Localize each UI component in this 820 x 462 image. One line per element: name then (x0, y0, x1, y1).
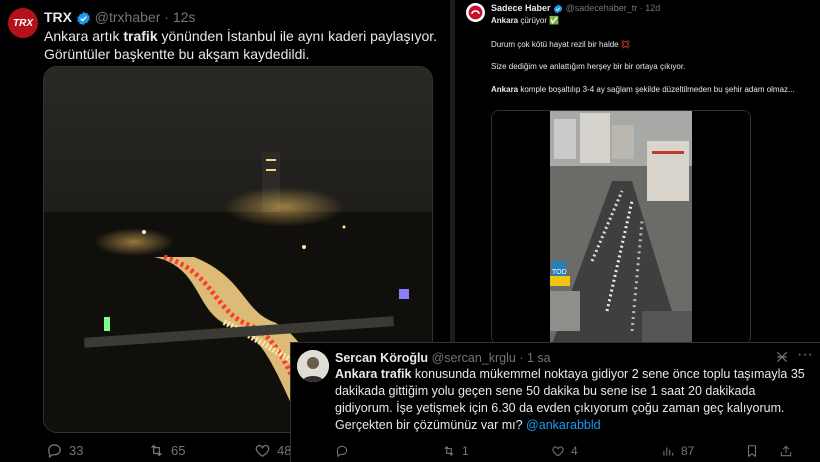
share-button[interactable] (779, 444, 793, 458)
retweet-button[interactable]: 1 (442, 444, 469, 458)
reply-button[interactable] (335, 444, 349, 458)
like-button[interactable]: 4 (551, 444, 578, 458)
retweet-icon (444, 446, 454, 456)
tweet-time: · 12s (164, 9, 196, 25)
reply-button[interactable]: 33 (46, 442, 83, 459)
trx-avatar[interactable]: TRX (8, 8, 38, 38)
bottom-tweet: Sercan Köroğlu @sercan_krglu · 1 sa ··· … (290, 342, 820, 462)
tweet-text: Ankara trafik konusunda mükemmel noktaya… (335, 367, 805, 432)
reply-icon (48, 444, 61, 459)
heart-icon (255, 444, 270, 457)
author-name[interactable]: Sercan Köroğlu (335, 351, 428, 365)
tweet-text: Ankara artık trafik yönünden İstanbul il… (44, 28, 438, 63)
sercan-avatar[interactable] (297, 350, 329, 382)
tweet-time: · 12d (639, 3, 661, 13)
mention-link[interactable]: @ankarabbld (526, 418, 601, 432)
verified-icon (77, 11, 90, 26)
tweet-video[interactable]: TOD (491, 110, 751, 345)
author-handle[interactable]: @trxhaber (95, 9, 161, 25)
tweet-header: TRX @trxhaber · 12s (44, 9, 195, 26)
tweet-header: Sadece Haber @sadecehaber_tr · 12d (491, 3, 660, 14)
verified-icon (553, 4, 563, 14)
author-handle[interactable]: @sadecehaber_tr (566, 3, 638, 13)
traffic-aerial-image: TOD (492, 111, 750, 344)
share-icon (780, 445, 792, 457)
reply-icon (336, 445, 348, 458)
views-button[interactable]: 87 (661, 444, 694, 458)
sign-text: TOD (552, 269, 567, 276)
retweet-button[interactable]: 65 (148, 442, 185, 459)
right-tweet: Sadece Haber @sadecehaber_tr · 12d Ankar… (455, 0, 820, 345)
bookmark-icon (747, 445, 757, 458)
tweet-time: · 1 sa (519, 351, 551, 365)
heart-icon (552, 446, 564, 457)
author-handle[interactable]: @sercan_krglu (432, 351, 516, 365)
more-options-icon[interactable]: ··· (797, 346, 813, 364)
tweet-header: Sercan Köroğlu @sercan_krglu · 1 sa (335, 351, 551, 365)
tweet-text: Ankara çürüyor ✅ Durum çok kötü hayat re… (491, 16, 795, 94)
author-name[interactable]: Sadece Haber (491, 3, 551, 13)
views-icon (663, 447, 674, 456)
retweet-icon (151, 444, 162, 457)
logo-icon (468, 5, 483, 20)
author-name[interactable]: TRX (44, 9, 72, 25)
bookmark-button[interactable] (745, 444, 759, 458)
user-photo-icon (297, 350, 329, 382)
sadecehaber-avatar[interactable] (466, 3, 485, 22)
